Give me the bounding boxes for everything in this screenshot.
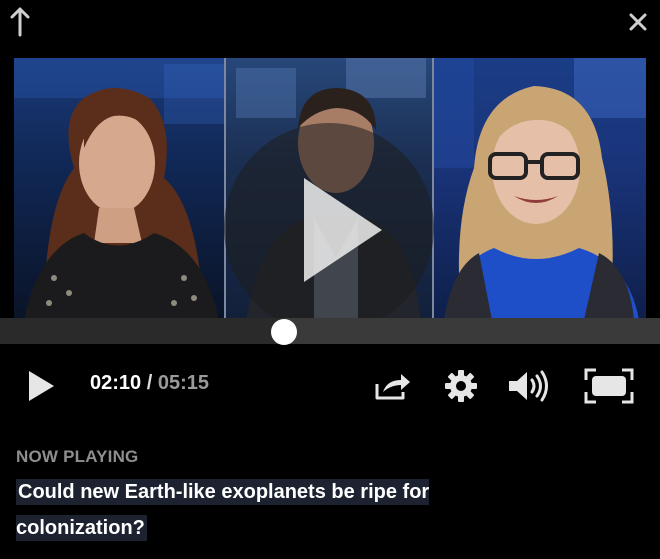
volume-icon[interactable] bbox=[505, 364, 553, 408]
now-playing-title-text: Could new Earth-like exoplanets be ripe … bbox=[16, 479, 430, 541]
play-icon[interactable] bbox=[224, 123, 434, 320]
progress-bar[interactable] bbox=[0, 318, 660, 345]
play-icon[interactable] bbox=[24, 366, 58, 406]
now-playing-label: NOW PLAYING bbox=[16, 447, 139, 466]
time-display: 02:10 / 05:15 bbox=[90, 372, 209, 395]
time-separator: / bbox=[146, 372, 153, 394]
video-frame[interactable] bbox=[14, 58, 646, 320]
current-time: 02:10 bbox=[90, 372, 142, 394]
fullscreen-icon[interactable] bbox=[582, 364, 636, 408]
gear-icon[interactable] bbox=[441, 364, 481, 408]
duration-time: 05:15 bbox=[157, 372, 209, 394]
progress-buffered bbox=[0, 318, 284, 344]
video-panel-right bbox=[434, 58, 646, 320]
player-topbar bbox=[0, 0, 660, 50]
close-icon[interactable] bbox=[624, 8, 652, 36]
arrow-up-icon[interactable] bbox=[6, 6, 34, 38]
share-icon[interactable] bbox=[372, 366, 412, 406]
now-playing-title[interactable]: Could new Earth-like exoplanets be ripe … bbox=[16, 474, 536, 546]
player-controls: 02:10 / 05:15 bbox=[0, 356, 660, 416]
video-panel-left bbox=[14, 58, 224, 320]
progress-thumb[interactable] bbox=[270, 319, 297, 345]
